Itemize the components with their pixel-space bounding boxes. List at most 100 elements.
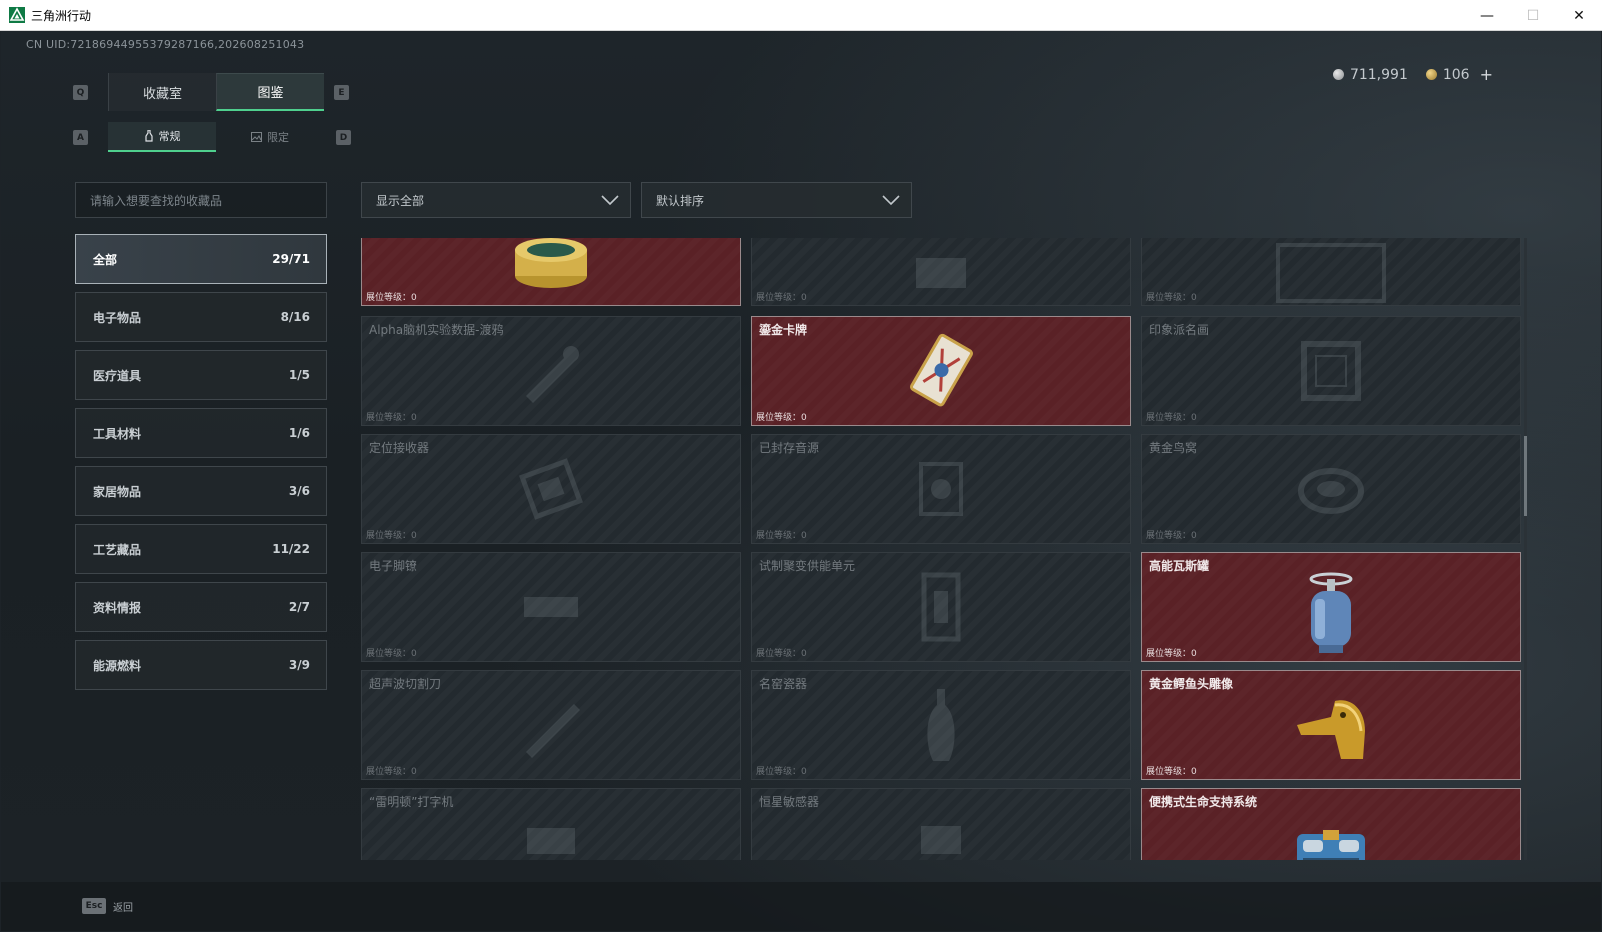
item-level: 展位等级：0 — [756, 413, 807, 423]
item-card[interactable]: 恒星敏感器 — [751, 788, 1131, 860]
item-card[interactable]: 名窑瓷器 展位等级：0 — [751, 670, 1131, 780]
sort-dropdown[interactable]: 默认排序 — [641, 182, 912, 218]
item-name: 定位接收器 — [369, 441, 430, 455]
grid-scrollbar-thumb[interactable] — [1524, 436, 1527, 516]
item-card[interactable]: 展位等级：0 — [751, 238, 1131, 306]
nest-silhouette-icon — [1298, 468, 1364, 514]
display-filter-dropdown[interactable]: 显示全部 — [361, 182, 631, 218]
item-card[interactable]: 展位等级：0 — [1141, 238, 1521, 306]
chevron-down-icon — [882, 195, 900, 206]
item-level: 展位等级：0 — [756, 293, 807, 303]
category-count: 1/6 — [288, 426, 310, 440]
close-button[interactable]: ✕ — [1556, 0, 1602, 31]
search-input[interactable]: 请输入想要查找的收藏品 — [75, 182, 327, 218]
item-card[interactable]: 试制聚变供能单元 展位等级：0 — [751, 552, 1131, 662]
back-button[interactable]: Esc 返回 — [82, 898, 133, 914]
item-level: 展位等级：0 — [1146, 767, 1197, 777]
minimize-button[interactable]: — — [1464, 0, 1510, 31]
category-medical[interactable]: 医疗道具 1/5 — [75, 350, 327, 400]
item-level: 展位等级：0 — [1146, 531, 1197, 541]
category-fuel[interactable]: 能源燃料 3/9 — [75, 640, 327, 690]
item-card[interactable]: 已封存音源 展位等级：0 — [751, 434, 1131, 544]
frame-silhouette-icon — [1276, 242, 1386, 303]
item-level: 展位等级：0 — [1146, 293, 1197, 303]
item-grid: 展位等级：0 展位等级：0 展位等级：0 Alpha脑机实验数据-渡鸦 展位等级… — [361, 238, 1521, 860]
item-card[interactable]: 黄金鸟窝 展位等级：0 — [1141, 434, 1521, 544]
chevron-down-icon — [601, 195, 619, 206]
silver-currency: 711,991 — [1332, 66, 1408, 83]
typewriter-silhouette-icon — [527, 827, 575, 854]
item-name: 恒星敏感器 — [759, 795, 820, 809]
grid-scrollbar[interactable] — [1524, 238, 1527, 860]
item-level: 展位等级：0 — [1146, 649, 1197, 659]
tab-catalog[interactable]: 图鉴 — [216, 73, 324, 111]
gold-amount: 106 — [1442, 66, 1470, 83]
category-count: 29/71 — [272, 252, 310, 266]
receiver-silhouette-icon — [519, 458, 583, 520]
item-level: 展位等级：0 — [366, 293, 417, 303]
add-currency-button[interactable]: + — [1480, 65, 1493, 84]
display-filter-value: 显示全部 — [376, 193, 425, 208]
item-card[interactable]: 便携式生命支持系统 — [1141, 788, 1521, 860]
category-electronics[interactable]: 电子物品 8/16 — [75, 292, 327, 342]
category-household[interactable]: 家居物品 3/6 — [75, 466, 327, 516]
category-count: 2/7 — [288, 600, 310, 614]
uid-label: CN UID:72186944955379287166,202608251043 — [26, 38, 305, 51]
item-card[interactable]: 高能瓦斯罐 展位等级：0 — [1141, 552, 1521, 662]
gold-crocodile-icon — [1297, 700, 1365, 760]
tab-regular[interactable]: 常规 — [108, 122, 216, 152]
category-all[interactable]: 全部 29/71 — [75, 234, 327, 284]
item-name: 黄金鳄鱼头雕像 — [1149, 677, 1234, 691]
category-count: 8/16 — [280, 310, 310, 324]
gas-tank-icon — [1309, 572, 1353, 654]
tab-collection-room[interactable]: 收藏室 — [108, 73, 216, 111]
main-tabs: 收藏室 图鉴 — [108, 73, 324, 111]
device-silhouette-icon — [526, 346, 579, 403]
esc-key-hint: Esc — [82, 898, 106, 914]
maximize-button[interactable]: ☐ — [1510, 0, 1556, 31]
tab-limited[interactable]: 限定 — [216, 122, 324, 152]
image-icon — [251, 132, 262, 142]
item-name: 名窑瓷器 — [759, 677, 808, 691]
item-level: 展位等级：0 — [366, 531, 417, 541]
item-card[interactable]: “雷明顿”打字机 — [361, 788, 741, 860]
bottle-icon — [144, 130, 153, 142]
key-hint-e: E — [334, 85, 349, 100]
item-name: 便携式生命支持系统 — [1149, 795, 1258, 809]
category-label: 全部 — [93, 252, 118, 267]
item-card[interactable]: Alpha脑机实验数据-渡鸦 展位等级：0 — [361, 316, 741, 426]
item-card[interactable]: 电子脚镣 展位等级：0 — [361, 552, 741, 662]
back-label: 返回 — [113, 902, 133, 914]
category-crafts[interactable]: 工艺藏品 11/22 — [75, 524, 327, 574]
app-logo-icon — [9, 7, 25, 23]
item-card[interactable]: 鎏金卡牌 展位等级：0 — [751, 316, 1131, 426]
item-card[interactable]: 超声波切割刀 展位等级：0 — [361, 670, 741, 780]
item-level: 展位等级：0 — [366, 767, 417, 777]
currency-display: 711,991 106 + — [1332, 65, 1493, 84]
item-card[interactable]: 印象派名画 展位等级：0 — [1141, 316, 1521, 426]
category-label: 家居物品 — [93, 484, 142, 499]
item-card[interactable]: 展位等级：0 — [361, 238, 741, 306]
item-level: 展位等级：0 — [366, 649, 417, 659]
fusion-cell-silhouette-icon — [921, 572, 961, 642]
silver-coin-icon — [1332, 69, 1344, 80]
key-hint-d: D — [336, 130, 351, 145]
category-label: 工艺藏品 — [93, 542, 142, 557]
anklet-silhouette-icon — [524, 597, 578, 617]
caviar-tin-icon — [515, 238, 587, 288]
vase-silhouette-icon — [927, 689, 955, 761]
category-intel[interactable]: 资料情报 2/7 — [75, 582, 327, 632]
key-hint-q: Q — [73, 85, 88, 100]
item-name: 鎏金卡牌 — [759, 323, 808, 337]
item-card[interactable]: 黄金鳄鱼头雕像 展位等级：0 — [1141, 670, 1521, 780]
category-count: 11/22 — [272, 542, 310, 556]
tab-regular-label: 常规 — [158, 130, 181, 143]
category-tools[interactable]: 工具材料 1/6 — [75, 408, 327, 458]
item-card[interactable]: 定位接收器 展位等级：0 — [361, 434, 741, 544]
window-title: 三角洲行动 — [31, 8, 92, 23]
gold-coin-icon — [1425, 69, 1437, 80]
item-name: 高能瓦斯罐 — [1149, 559, 1210, 573]
item-level: 展位等级：0 — [1146, 413, 1197, 423]
category-label: 能源燃料 — [93, 658, 142, 673]
silver-amount: 711,991 — [1349, 66, 1408, 83]
